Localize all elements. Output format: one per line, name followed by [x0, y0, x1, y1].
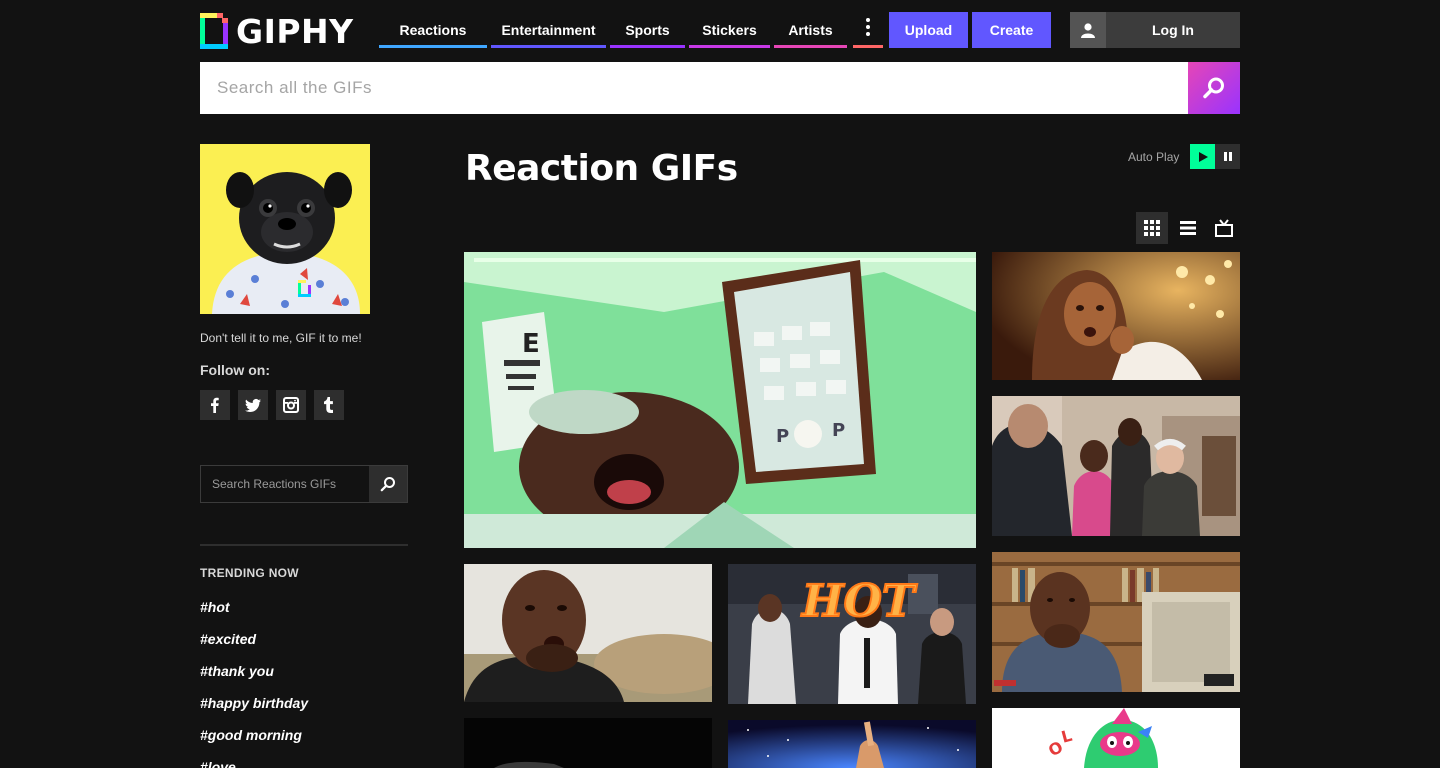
gif-laughing-kid: E P P — [464, 252, 976, 548]
search-icon — [380, 477, 395, 492]
facebook-link[interactable] — [200, 390, 230, 420]
nav-entertainment-label: Entertainment — [501, 22, 596, 38]
gif-space-scene — [728, 720, 976, 768]
giphy-logo[interactable]: GIPHY — [200, 11, 354, 51]
nav-underline — [379, 45, 487, 48]
facebook-icon — [211, 397, 219, 413]
channel-search-input[interactable] — [201, 466, 369, 502]
list-view-button[interactable] — [1172, 212, 1204, 244]
pause-icon — [1223, 152, 1232, 161]
svg-text:P: P — [776, 426, 789, 447]
gif-tile[interactable] — [728, 720, 976, 768]
gif-surprised-man — [464, 564, 712, 702]
search-input[interactable] — [200, 62, 1188, 114]
gif-dark-scene — [464, 718, 712, 768]
trending-tag[interactable]: #good morning — [200, 727, 302, 743]
svg-text:P: P — [832, 420, 845, 441]
tumblr-link[interactable] — [314, 390, 344, 420]
gif-tile[interactable]: E P P — [464, 252, 976, 548]
tv-icon — [1215, 219, 1233, 237]
gif-tile[interactable] — [464, 564, 712, 702]
play-icon — [1198, 151, 1208, 162]
nav-sports[interactable]: Sports — [610, 12, 685, 48]
nav-underline — [689, 45, 770, 48]
channel-tagline: Don't tell it to me, GIF it to me! — [200, 331, 362, 345]
gif-hot-dance: HOT — [728, 564, 976, 704]
page-title: Reaction GIFs — [465, 148, 738, 189]
nav-underline — [774, 45, 847, 48]
gif-yolo-sticker: O L — [992, 708, 1240, 768]
autoplay-label: Auto Play — [1128, 150, 1180, 164]
giphy-wordmark: GIPHY — [236, 11, 354, 51]
twitter-icon — [245, 398, 261, 413]
gif-office-scene — [992, 396, 1240, 536]
search-bar — [200, 62, 1240, 114]
search-icon — [1203, 77, 1224, 99]
nav-underline — [610, 45, 685, 48]
trending-tag[interactable]: #happy birthday — [200, 695, 308, 711]
gif-tile[interactable]: O L — [992, 708, 1240, 768]
search-button[interactable] — [1188, 62, 1240, 114]
main-nav: Reactions Entertainment Sports Stickers … — [379, 12, 889, 48]
gif-tile[interactable] — [992, 552, 1240, 692]
autoplay-pause-button[interactable] — [1215, 144, 1240, 169]
nav-sports-label: Sports — [625, 22, 670, 38]
user-icon — [1070, 12, 1106, 48]
nav-underline — [853, 45, 883, 48]
channel-avatar — [200, 144, 370, 314]
nav-stickers-label: Stickers — [702, 22, 757, 38]
gif-tile[interactable] — [992, 252, 1240, 380]
tv-view-button[interactable] — [1208, 212, 1240, 244]
nav-artists-label: Artists — [788, 22, 833, 38]
nav-reactions-label: Reactions — [399, 22, 467, 38]
trending-tag[interactable]: #love — [200, 759, 236, 768]
nav-reactions[interactable]: Reactions — [379, 12, 487, 48]
gif-shocked-woman — [992, 252, 1240, 380]
nav-entertainment[interactable]: Entertainment — [491, 12, 606, 48]
more-vertical-icon — [866, 18, 870, 36]
channel-search-button[interactable] — [369, 466, 407, 502]
grid-view-button[interactable] — [1136, 212, 1168, 244]
trending-tag[interactable]: #hot — [200, 599, 230, 615]
trending-tag[interactable]: #thank you — [200, 663, 274, 679]
nav-artists[interactable]: Artists — [774, 12, 847, 48]
hot-text: HOT — [800, 576, 918, 627]
sidebar-divider — [200, 544, 408, 546]
instagram-link[interactable] — [276, 390, 306, 420]
tumblr-icon — [324, 397, 333, 413]
channel-search — [200, 465, 408, 503]
gif-tile[interactable]: HOT — [728, 564, 976, 704]
nav-stickers[interactable]: Stickers — [689, 12, 770, 48]
svg-text:E: E — [522, 329, 540, 359]
follow-label: Follow on: — [200, 362, 270, 378]
autoplay-play-button[interactable] — [1190, 144, 1215, 169]
instagram-icon — [283, 397, 299, 413]
upload-button[interactable]: Upload — [889, 12, 968, 48]
create-button[interactable]: Create — [972, 12, 1051, 48]
gif-library-man — [992, 552, 1240, 692]
trending-tag[interactable]: #excited — [200, 631, 256, 647]
gif-tile[interactable] — [464, 718, 712, 768]
nav-underline — [491, 45, 606, 48]
twitter-link[interactable] — [238, 390, 268, 420]
login-label: Log In — [1152, 22, 1194, 38]
list-icon — [1180, 221, 1196, 235]
login-button[interactable]: Log In — [1070, 12, 1240, 48]
grid-icon — [1144, 220, 1160, 236]
gif-tile[interactable] — [992, 396, 1240, 536]
giphy-logo-icon — [200, 13, 228, 49]
nav-more-button[interactable] — [851, 12, 885, 48]
trending-title: TRENDING NOW — [200, 566, 299, 580]
